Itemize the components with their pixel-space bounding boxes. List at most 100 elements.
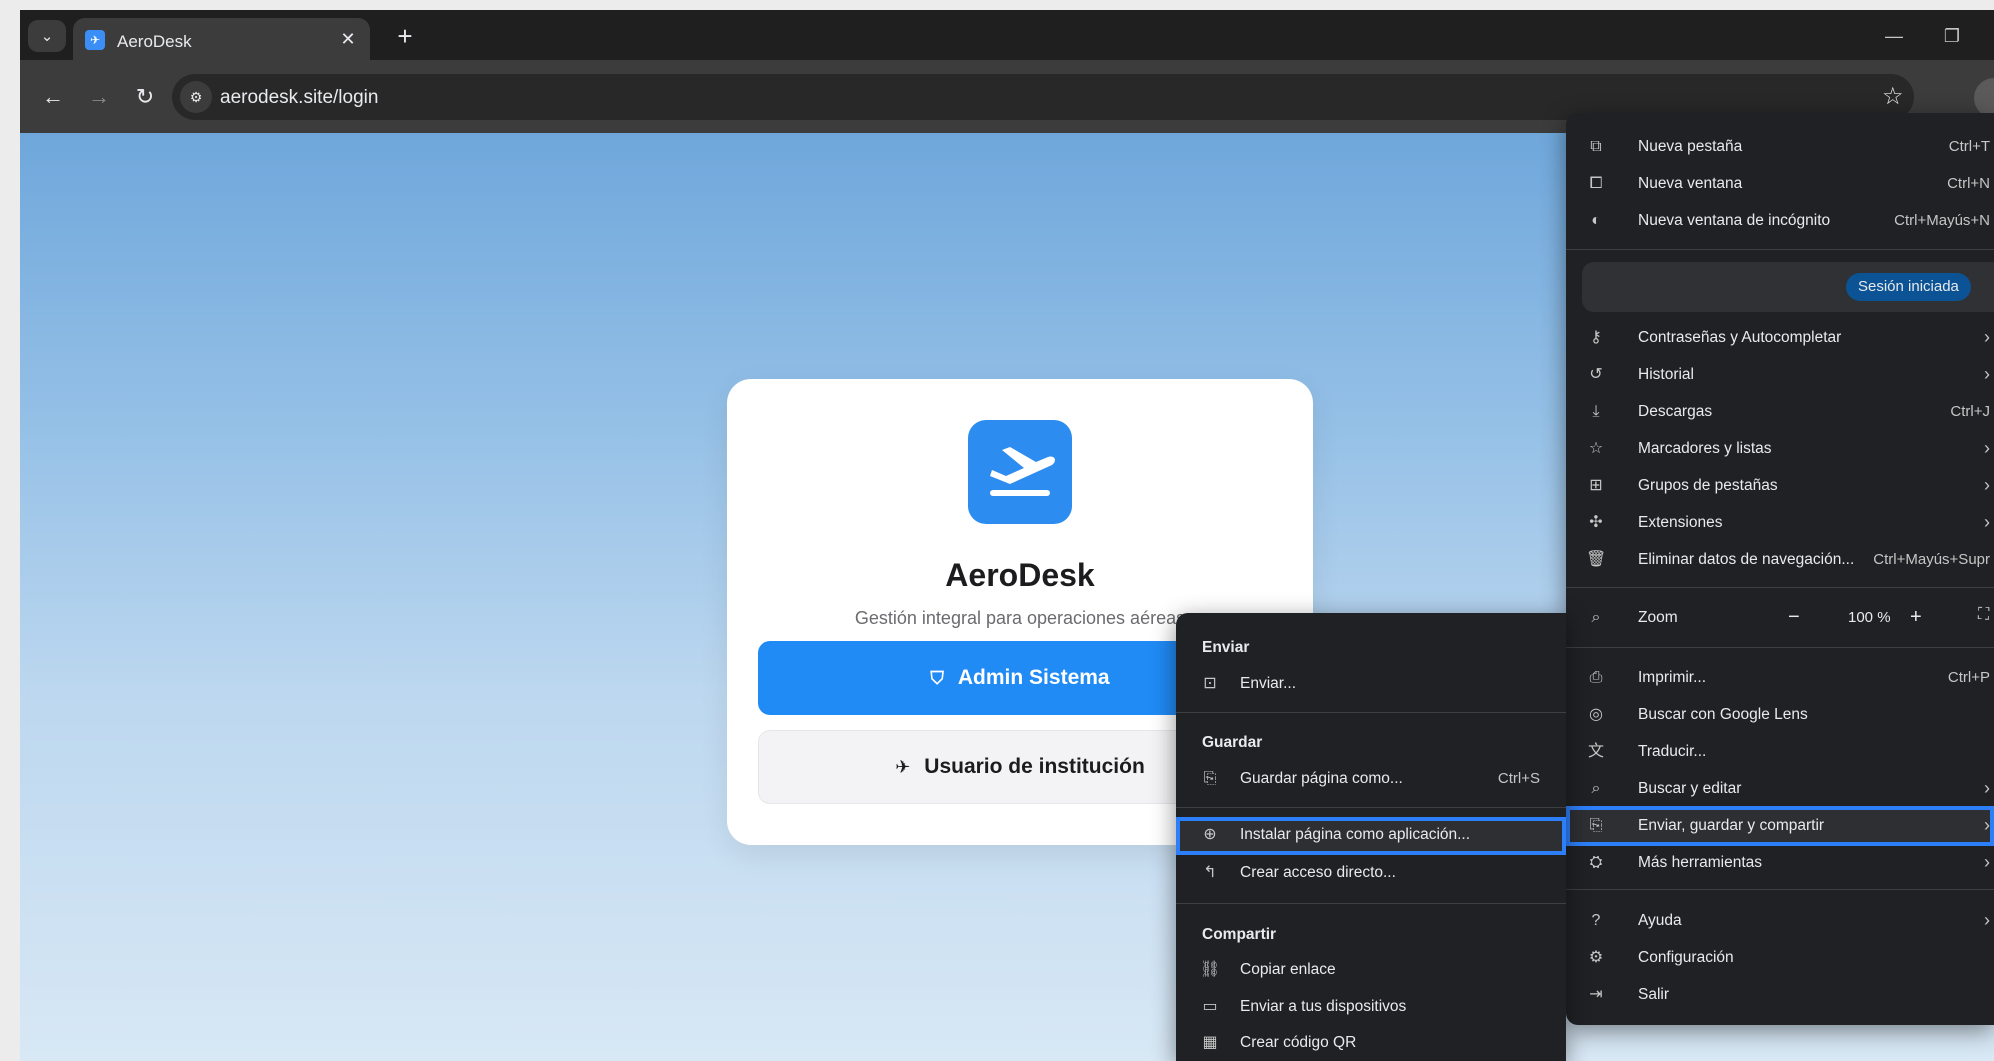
toolbox-icon: ⛭ (1589, 854, 1603, 871)
submenu-item-create-shortcut[interactable]: ↰ Crear acceso directo... (1176, 855, 1566, 891)
menu-label: Buscar y editar (1638, 780, 1742, 797)
menu-item-more-tools[interactable]: ⛭ Más herramientas › (1566, 845, 1994, 881)
printer-icon: ⎙ (1589, 669, 1603, 686)
menu-label: Crear acceso directo... (1240, 864, 1396, 881)
chevron-right-icon: › (1984, 815, 1990, 835)
chrome-main-menu: ⧉ Nueva pestaña Ctrl+T ⧠ Nueva ventana C… (1566, 113, 1994, 1025)
cast-icon: ⊡ (1203, 675, 1217, 692)
menu-label: Grupos de pestañas (1638, 477, 1778, 494)
submenu-item-copy-link[interactable]: ⛓ Copiar enlace (1176, 952, 1566, 988)
menu-label: Nueva ventana de incógnito (1638, 212, 1831, 229)
menu-item-downloads[interactable]: ⤓ Descargas Ctrl+J (1566, 394, 1994, 430)
menu-label: Zoom (1638, 609, 1678, 626)
minimize-button[interactable]: — (1874, 22, 1914, 50)
zoom-in-button[interactable]: + (1910, 606, 1922, 629)
menu-shortcut: Ctrl+Mayús+N (1894, 212, 1990, 229)
page-title: AeroDesk (945, 557, 1095, 593)
link-icon: ⛓ (1200, 961, 1221, 978)
close-icon[interactable]: ✕ (336, 27, 360, 51)
menu-label: Nueva ventana (1638, 175, 1743, 192)
url-text[interactable]: aerodesk.site/login (220, 87, 378, 109)
menu-item-exit[interactable]: ⇥ Salir (1566, 977, 1994, 1013)
send-heading: Enviar (1202, 639, 1250, 656)
chevron-right-icon: › (1984, 512, 1990, 532)
menu-label: Marcadores y listas (1638, 440, 1772, 457)
fullscreen-icon[interactable]: ⛶ (1978, 606, 1989, 624)
menu-item-clear-data[interactable]: 🗑 Eliminar datos de navegación... Ctrl+M… (1566, 542, 1994, 578)
share-heading: Compartir (1202, 926, 1277, 943)
chevron-right-icon: › (1984, 852, 1990, 872)
menu-item-zoom: ⌕ Zoom − 100 % + ⛶ (1566, 600, 1994, 636)
submenu-item-save-page[interactable]: ⎘ Guardar página como... Ctrl+S (1176, 761, 1566, 797)
admin-button-label: Admin Sistema (957, 666, 1110, 689)
chevron-right-icon: › (1984, 327, 1990, 347)
menu-label: Más herramientas (1638, 854, 1763, 871)
menu-label: Guardar página como... (1240, 770, 1403, 787)
menu-label: Nueva pestaña (1638, 138, 1743, 155)
menu-item-incognito[interactable]: ◐ Nueva ventana de incógnito Ctrl+Mayús+… (1566, 203, 1994, 239)
menu-label: Descargas (1638, 403, 1713, 420)
site-info-icon[interactable]: ⚙ (180, 81, 212, 113)
menu-item-google-lens[interactable]: ◎ Buscar con Google Lens (1566, 697, 1994, 733)
menu-item-translate[interactable]: 文 Traducir... (1566, 734, 1994, 770)
menu-shortcut: Ctrl+Mayús+Supr (1873, 551, 1990, 568)
menu-item-print[interactable]: ⎙ Imprimir... Ctrl+P (1566, 660, 1994, 696)
chevron-right-icon: › (1984, 910, 1990, 930)
reload-icon[interactable]: ↻ (128, 80, 162, 114)
star-icon: ☆ (1588, 440, 1604, 457)
chevron-down-icon: ⌄ (40, 28, 54, 45)
menu-item-passwords[interactable]: ⚷ Contraseñas y Autocompletar › (1566, 320, 1994, 356)
menu-item-new-window[interactable]: ⧠ Nueva ventana Ctrl+N (1566, 166, 1994, 202)
profile-row[interactable]: Sesión iniciada (1582, 262, 1994, 312)
submenu-item-install-app[interactable]: ⊕ Instalar página como aplicación... (1176, 817, 1566, 855)
menu-item-settings[interactable]: ⚙ Configuración (1566, 940, 1994, 976)
install-app-icon: ⊕ (1203, 826, 1217, 843)
new-tab-button[interactable]: + (390, 23, 420, 51)
airplane-icon: ✈ (85, 30, 105, 50)
menu-item-help[interactable]: ? Ayuda › (1566, 903, 1994, 939)
forward-arrow-icon[interactable]: → (82, 80, 116, 114)
menu-item-extensions[interactable]: ✣ Extensiones › (1566, 505, 1994, 541)
menu-item-history[interactable]: ↺ Historial › (1566, 357, 1994, 393)
new-tab-icon: ⧉ (1590, 138, 1602, 155)
chevron-right-icon: › (1984, 364, 1990, 384)
bookmark-star-icon[interactable]: ☆ (1882, 83, 1904, 111)
tab-strip: ⌄ ✈ AeroDesk ✕ + — ❐ ✕ (20, 10, 1994, 60)
tab-aerodesk[interactable]: ✈ AeroDesk ✕ (73, 18, 370, 60)
menu-item-bookmarks[interactable]: ☆ Marcadores y listas › (1566, 431, 1994, 467)
help-icon: ? (1591, 912, 1601, 929)
save-heading: Guardar (1202, 734, 1263, 751)
exit-icon: ⇥ (1589, 986, 1603, 1003)
translate-icon: 文 (1587, 743, 1604, 760)
menu-label: Enviar, guardar y compartir (1638, 817, 1825, 834)
restore-button[interactable]: ❐ (1932, 22, 1972, 50)
menu-label: Enviar a tus dispositivos (1240, 998, 1407, 1015)
menu-shortcut: Ctrl+P (1947, 669, 1990, 686)
menu-item-find-edit[interactable]: ⌕ Buscar y editar › (1566, 771, 1994, 807)
menu-item-save-share[interactable]: ⎘ Enviar, guardar y compartir › (1566, 806, 1994, 846)
menu-label: Salir (1638, 986, 1670, 1003)
avatar[interactable] (1974, 78, 1994, 118)
back-arrow-icon[interactable]: ← (36, 80, 70, 114)
find-icon: ⌕ (1591, 780, 1601, 797)
tab-search-button[interactable]: ⌄ (28, 20, 66, 52)
window-close-button[interactable]: ✕ (1982, 22, 1994, 50)
tab-title: AeroDesk (117, 32, 192, 51)
menu-label: Ayuda (1638, 912, 1682, 929)
submenu-item-qr-code[interactable]: ▦ Crear código QR (1176, 1025, 1566, 1061)
zoom-icon: ⌕ (1591, 609, 1601, 626)
menu-label: Copiar enlace (1240, 961, 1336, 978)
chevron-right-icon: › (1984, 438, 1990, 458)
trash-icon: 🗑 (1586, 551, 1607, 568)
shortcut-icon: ↰ (1203, 864, 1217, 881)
menu-item-new-tab[interactable]: ⧉ Nueva pestaña Ctrl+T (1566, 129, 1994, 165)
submenu-item-send-devices[interactable]: ▭ Enviar a tus dispositivos (1176, 989, 1566, 1025)
menu-label: Enviar... (1240, 675, 1296, 692)
menu-divider (1566, 889, 1994, 890)
zoom-out-button[interactable]: − (1788, 606, 1800, 629)
menu-label: Traducir... (1638, 743, 1707, 760)
submenu-item-cast[interactable]: ⊡ Enviar... (1176, 666, 1566, 702)
menu-item-tab-groups[interactable]: ⊞ Grupos de pestañas › (1566, 468, 1994, 504)
user-button-label: Usuario de institución (924, 755, 1145, 778)
zoom-value: 100 % (1848, 609, 1891, 626)
